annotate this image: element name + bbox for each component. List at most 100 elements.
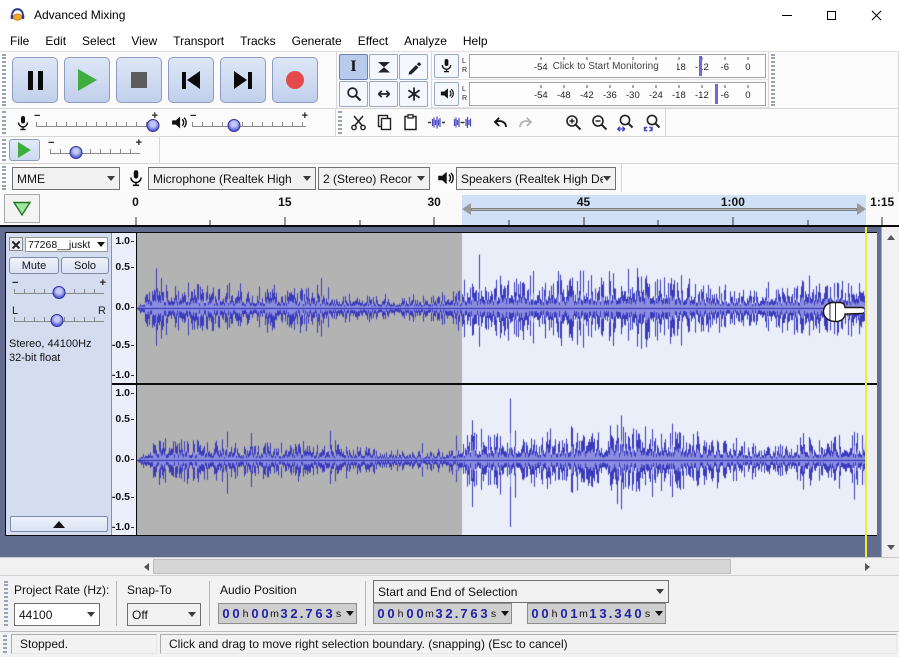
time-digit[interactable]: 3 xyxy=(324,606,334,621)
menu-file[interactable]: File xyxy=(2,32,37,50)
recording-device-select[interactable]: Microphone (Realtek High xyxy=(148,167,316,190)
solo-button[interactable]: Solo xyxy=(61,257,109,274)
timeline-selection-band[interactable] xyxy=(462,195,866,225)
scroll-up-button[interactable] xyxy=(882,227,899,243)
playback-volume-slider[interactable]: − + xyxy=(190,112,308,134)
time-digit[interactable]: 2 xyxy=(444,606,454,621)
toolbar-grip[interactable] xyxy=(2,166,6,190)
time-digit[interactable]: 3 xyxy=(613,606,623,621)
time-digit[interactable]: 6 xyxy=(469,606,479,621)
time-digit[interactable]: 7 xyxy=(459,606,469,621)
track-close-button[interactable] xyxy=(9,237,23,251)
playback-volume-thumb[interactable] xyxy=(227,119,240,132)
draw-tool-button[interactable] xyxy=(399,54,428,80)
time-digit[interactable]: 0 xyxy=(376,606,386,621)
audio-position-field[interactable]: 00h00m32.763s xyxy=(218,603,357,624)
time-digit[interactable]: h xyxy=(396,608,405,620)
selection-right-arrow-icon[interactable] xyxy=(857,203,866,215)
selection-end-field[interactable]: 00h01m13.340s xyxy=(527,603,666,624)
time-digit[interactable]: 0 xyxy=(559,606,569,621)
time-digit[interactable]: 0 xyxy=(633,606,643,621)
selection-range-bar[interactable] xyxy=(471,208,857,211)
time-digit[interactable]: 0 xyxy=(386,606,396,621)
time-digit[interactable]: s xyxy=(643,608,652,620)
zoom-tool-button[interactable] xyxy=(339,81,368,107)
recording-volume-slider[interactable]: − + xyxy=(34,112,158,134)
selection-range-mode-select[interactable]: Start and End of Selection xyxy=(373,580,669,603)
audio-host-select[interactable]: MME xyxy=(12,167,120,190)
playback-speed-thumb[interactable] xyxy=(70,146,83,159)
minimize-button[interactable] xyxy=(764,0,809,30)
selection-tool-button[interactable]: I xyxy=(339,54,368,80)
track-gain-slider[interactable]: − + xyxy=(12,279,106,299)
vertical-scale-right-channel[interactable]: 1.00.50.0-0.5-1.0 xyxy=(112,383,136,533)
mute-button[interactable]: Mute xyxy=(9,257,59,274)
chevron-down-icon[interactable] xyxy=(655,611,663,620)
redo-button-disabled[interactable] xyxy=(514,110,538,135)
chevron-down-icon[interactable] xyxy=(346,611,354,620)
skip-to-start-button[interactable] xyxy=(168,57,214,103)
toolbar-grip[interactable] xyxy=(2,139,6,161)
time-digit[interactable]: 0 xyxy=(415,606,425,621)
playback-device-select[interactable]: Speakers (Realtek High Def xyxy=(456,167,616,190)
time-digit[interactable]: m xyxy=(579,608,588,620)
recording-meter[interactable]: LR -54-48-42-36-30-24-18-12-60Click to S… xyxy=(432,52,768,80)
time-digit[interactable]: h xyxy=(241,608,250,620)
waveform-channel-right[interactable] xyxy=(137,385,877,535)
undo-button[interactable] xyxy=(488,110,512,135)
multi-tool-button[interactable] xyxy=(399,81,428,107)
cut-button[interactable] xyxy=(346,110,370,135)
time-digit[interactable]: 4 xyxy=(623,606,633,621)
playback-speed-slider[interactable]: − + xyxy=(48,139,142,161)
playback-meter[interactable]: LR -54-48-42-36-30-24-18-12-60 xyxy=(432,80,768,108)
timeline-ruler[interactable]: 01530451:001:15 xyxy=(0,192,899,227)
toolbar-grip[interactable] xyxy=(2,111,6,134)
playback-meter-speaker-button[interactable] xyxy=(434,82,459,106)
zoom-out-button[interactable] xyxy=(588,110,612,135)
time-digit[interactable]: m xyxy=(425,608,434,620)
track-collapse-button[interactable] xyxy=(10,516,108,532)
project-rate-select[interactable]: 44100 xyxy=(14,603,100,626)
time-digit[interactable]: 0 xyxy=(221,606,231,621)
menu-analyze[interactable]: Analyze xyxy=(396,32,455,50)
track-name-menu[interactable]: 77268__juskt xyxy=(25,237,108,252)
trim-audio-button[interactable] xyxy=(424,110,448,135)
track-pan-slider[interactable]: L R xyxy=(12,307,106,327)
stop-button[interactable] xyxy=(116,57,162,103)
time-digit[interactable]: 0 xyxy=(530,606,540,621)
recording-meter-scale[interactable]: -54-48-42-36-30-24-18-12-60Click to Star… xyxy=(469,54,766,78)
toolbar-grip[interactable] xyxy=(3,635,7,653)
scroll-down-button[interactable] xyxy=(882,541,899,557)
menu-generate[interactable]: Generate xyxy=(284,32,350,50)
time-digit[interactable]: s xyxy=(334,608,343,620)
scroll-left-button[interactable] xyxy=(137,559,152,574)
selection-start-field[interactable]: 00h00m32.763s xyxy=(373,603,512,624)
menu-select[interactable]: Select xyxy=(74,32,123,50)
play-button[interactable] xyxy=(64,57,110,103)
meter-monitoring-message[interactable]: Click to Start Monitoring xyxy=(553,61,677,72)
menu-help[interactable]: Help xyxy=(455,32,496,50)
recording-volume-thumb[interactable] xyxy=(147,119,160,132)
horizontal-scrollbar[interactable] xyxy=(0,557,899,575)
snap-to-select[interactable]: Off xyxy=(127,603,201,626)
time-digit[interactable]: 3 xyxy=(598,606,608,621)
menu-tracks[interactable]: Tracks xyxy=(232,32,284,50)
time-digit[interactable]: 1 xyxy=(588,606,598,621)
vertical-scrollbar[interactable] xyxy=(881,227,899,557)
time-digit[interactable]: h xyxy=(550,608,559,620)
selection-left-arrow-icon[interactable] xyxy=(462,203,471,215)
time-digit[interactable]: 6 xyxy=(314,606,324,621)
horizontal-scroll-thumb[interactable] xyxy=(153,559,731,574)
zoom-in-button[interactable] xyxy=(562,110,586,135)
time-digit[interactable]: 0 xyxy=(540,606,550,621)
time-digit[interactable]: 2 xyxy=(289,606,299,621)
menu-edit[interactable]: Edit xyxy=(37,32,74,50)
time-digit[interactable]: 3 xyxy=(279,606,289,621)
toolbar-grip[interactable] xyxy=(771,54,775,106)
fit-project-button[interactable] xyxy=(640,110,664,135)
time-digit[interactable]: 0 xyxy=(250,606,260,621)
quick-play-button[interactable] xyxy=(4,194,40,223)
record-button[interactable] xyxy=(272,57,318,103)
zoom-to-selection-button[interactable] xyxy=(614,110,638,135)
menu-effect[interactable]: Effect xyxy=(350,32,396,50)
